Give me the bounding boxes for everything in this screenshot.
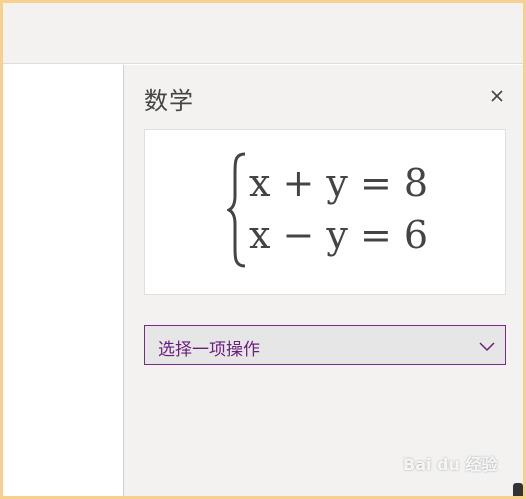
action-dropdown-label: 选择一项操作 — [158, 340, 260, 360]
ribbon-bar — [3, 3, 523, 64]
equation-preview: x + y = 8 x − y = 6 — [144, 129, 506, 295]
action-dropdown[interactable]: 选择一项操作 — [144, 325, 506, 365]
equation-line-1: x + y = 8 — [249, 161, 429, 205]
pane-title: 数学 — [144, 87, 194, 115]
watermark: Bai du 经验 — [403, 455, 498, 474]
app-frame: 数学 x + y = 8 x − y = 6 选择一项操作 Bai du 经验 — [3, 3, 523, 496]
left-brace-icon — [227, 152, 246, 268]
page-canvas[interactable] — [3, 65, 123, 496]
scroll-handle-icon — [513, 483, 523, 496]
close-icon — [491, 90, 503, 102]
math-pane: 数学 x + y = 8 x − y = 6 选择一项操作 — [123, 65, 523, 496]
chevron-down-icon — [479, 342, 495, 352]
close-button[interactable] — [486, 85, 508, 107]
equation-line-2: x − y = 6 — [249, 213, 429, 257]
